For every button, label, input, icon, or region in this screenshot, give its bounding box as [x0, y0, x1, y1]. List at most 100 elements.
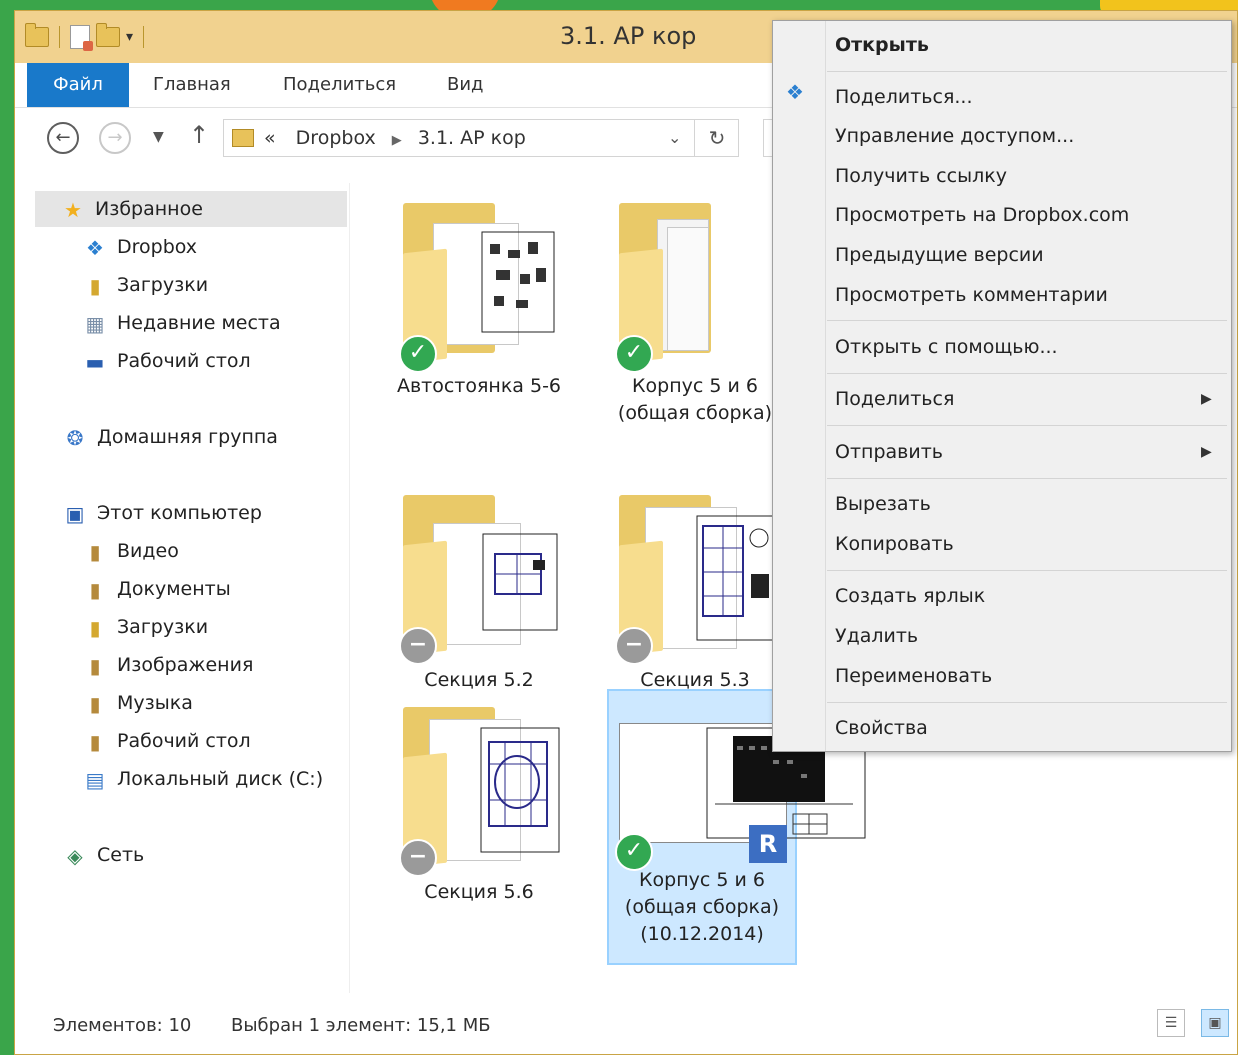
menu-item-view-comments[interactable]: Просмотреть комментарии: [835, 276, 1108, 314]
sidebar-item-desktop[interactable]: ▬ Рабочий стол: [81, 343, 251, 379]
drawing-thumbnail: [480, 727, 560, 853]
desktop-icon: ▬: [85, 349, 105, 374]
menu-item-previous-versions[interactable]: Предыдущие версии: [835, 236, 1044, 274]
folder-item[interactable]: − Секция 5.6: [385, 695, 573, 915]
sidebar-item-local-disk[interactable]: ▤ Локальный диск (C:): [81, 761, 324, 797]
menu-separator: [827, 71, 1227, 72]
forward-button[interactable]: →: [99, 122, 131, 154]
sidebar-item-label: Домашняя группа: [97, 426, 278, 448]
breadcrumb-current-folder[interactable]: 3.1. АР кор: [418, 127, 526, 149]
tab-view[interactable]: Вид: [447, 63, 484, 107]
sidebar-item-label: Изображения: [117, 654, 254, 676]
menu-separator: [827, 320, 1227, 321]
sidebar-item-label: Локальный диск (C:): [117, 768, 324, 790]
item-name: Автостоянка 5-6: [396, 375, 562, 397]
menu-item-manage-access[interactable]: Управление доступом...: [835, 117, 1074, 155]
documents-folder-icon: ▮: [89, 577, 101, 602]
menu-item-view-on-dropbox[interactable]: Просмотреть на Dropbox.com: [835, 196, 1129, 234]
item-count: Элементов: 10: [53, 1015, 192, 1036]
menu-separator: [827, 425, 1227, 426]
synced-check-icon: ✓: [615, 335, 653, 373]
sidebar-item-videos[interactable]: ▮ Видео: [81, 533, 179, 569]
back-button[interactable]: ←: [47, 122, 79, 154]
folder-item[interactable]: − Секция 5.3: [601, 483, 789, 703]
sidebar-item-downloads[interactable]: ▮ Загрузки: [81, 267, 208, 303]
downloads-folder-icon: ▮: [89, 273, 101, 298]
menu-item-delete[interactable]: Удалить: [835, 617, 918, 655]
breadcrumb-dropbox[interactable]: Dropbox: [296, 127, 376, 149]
menu-item-cut[interactable]: Вырезать: [835, 485, 931, 523]
sidebar-item-recent-places[interactable]: ▦ Недавние места: [81, 305, 281, 341]
computer-icon: ▣: [65, 501, 85, 526]
sidebar-item-music[interactable]: ▮ Музыка: [81, 685, 192, 721]
context-menu: Открыть ❖ Поделиться... Управление досту…: [772, 20, 1232, 752]
sidebar-item-pictures[interactable]: ▮ Изображения: [81, 647, 253, 683]
file-item-selected[interactable]: R ✓ Корпус 5 и 6 (общая сборка) (10.12.2…: [607, 689, 866, 965]
tab-home[interactable]: Главная: [153, 63, 231, 107]
sidebar-item-this-pc[interactable]: ▣ Этот компьютер: [61, 495, 262, 531]
menu-item-send-to[interactable]: Отправить: [835, 433, 943, 471]
menu-item-rename[interactable]: Переименовать: [835, 657, 992, 695]
sidebar-item-homegroup[interactable]: ❂ Домашняя группа: [61, 419, 278, 455]
drive-icon: ▤: [85, 767, 105, 792]
menu-separator: [827, 478, 1227, 479]
refresh-icon: ↻: [708, 126, 726, 150]
tab-file[interactable]: Файл: [27, 63, 129, 107]
arrow-right-icon: →: [107, 127, 123, 148]
not-synced-icon: −: [399, 627, 437, 665]
network-icon: ◈: [67, 843, 83, 868]
sidebar-item-network[interactable]: ◈ Сеть: [61, 837, 144, 873]
properties-icon[interactable]: [70, 25, 93, 51]
sidebar-item-label: Рабочий стол: [117, 730, 251, 752]
sidebar-item-dropbox[interactable]: ❖ Dropbox: [81, 229, 197, 265]
menu-item-copy[interactable]: Копировать: [835, 525, 954, 563]
customize-toolbar-icon[interactable]: ▾: [126, 29, 133, 45]
arrow-left-icon: ←: [55, 127, 71, 148]
drawing-thumbnail: [481, 231, 555, 333]
address-bar[interactable]: « Dropbox ▶ 3.1. АР кор ⌄ ↻: [223, 119, 739, 157]
sidebar-item-downloads-pc[interactable]: ▮ Загрузки: [81, 609, 208, 645]
folder-icon[interactable]: [25, 23, 49, 47]
breadcrumb-overflow[interactable]: «: [264, 127, 276, 149]
menu-item-share[interactable]: Поделиться: [835, 380, 954, 418]
tab-share[interactable]: Поделиться: [283, 63, 396, 107]
details-view-button[interactable]: ☰: [1157, 1009, 1185, 1037]
menu-item-get-link[interactable]: Получить ссылку: [835, 157, 1007, 195]
menu-item-open[interactable]: Открыть: [835, 26, 929, 64]
breadcrumb: « Dropbox ▶ 3.1. АР кор: [264, 127, 526, 149]
sidebar-item-label: Документы: [117, 578, 231, 600]
videos-folder-icon: ▮: [89, 539, 101, 564]
large-icons-view-icon: ▣: [1208, 1015, 1222, 1031]
new-folder-icon[interactable]: [96, 23, 120, 47]
sidebar-item-favorites[interactable]: ★ Избранное: [35, 191, 347, 227]
downloads-folder-icon: ▮: [89, 615, 101, 640]
desktop-folder-icon: ▮: [89, 729, 101, 754]
quick-access-toolbar: ▾: [25, 23, 148, 51]
star-icon: ★: [64, 197, 82, 222]
navigation-pane: ★ Избранное ❖ Dropbox ▮ Загрузки ▦ Недавние …: [15, 183, 350, 993]
selection-info: Выбран 1 элемент: 15,1 МБ: [231, 1015, 491, 1036]
menu-item-dropbox-share[interactable]: Поделиться...: [835, 78, 973, 116]
menu-item-open-with[interactable]: Открыть с помощью...: [835, 328, 1058, 366]
recent-locations-dropdown[interactable]: ▼: [153, 129, 164, 145]
up-button[interactable]: ↑: [189, 121, 209, 149]
chevron-down-icon[interactable]: ⌄: [668, 128, 681, 147]
sidebar-item-label: Видео: [117, 540, 179, 562]
menu-item-create-shortcut[interactable]: Создать ярлык: [835, 577, 985, 615]
sidebar-item-desktop-pc[interactable]: ▮ Рабочий стол: [81, 723, 251, 759]
menu-separator: [827, 373, 1227, 374]
chevron-right-icon[interactable]: ▶: [392, 133, 402, 148]
item-name: Секция 5.2: [424, 669, 534, 691]
folder-item[interactable]: ✓ Автостоянка 5-6: [385, 191, 573, 411]
menu-item-properties[interactable]: Свойства: [835, 709, 928, 747]
folder-item[interactable]: ✓ Корпус 5 и 6 (общая сборка): [601, 191, 789, 431]
revit-icon: R: [749, 825, 787, 863]
sidebar-item-label: Сеть: [97, 844, 145, 866]
toolbar-separator: [59, 26, 60, 48]
sidebar-item-documents[interactable]: ▮ Документы: [81, 571, 231, 607]
large-icons-view-button[interactable]: ▣: [1201, 1009, 1229, 1037]
sidebar-item-label: Загрузки: [117, 274, 209, 296]
item-name: Корпус 5 и 6 (общая сборка) (10.12.2014): [624, 869, 780, 945]
refresh-button[interactable]: ↻: [694, 120, 739, 156]
folder-item[interactable]: − Секция 5.2: [385, 483, 573, 703]
